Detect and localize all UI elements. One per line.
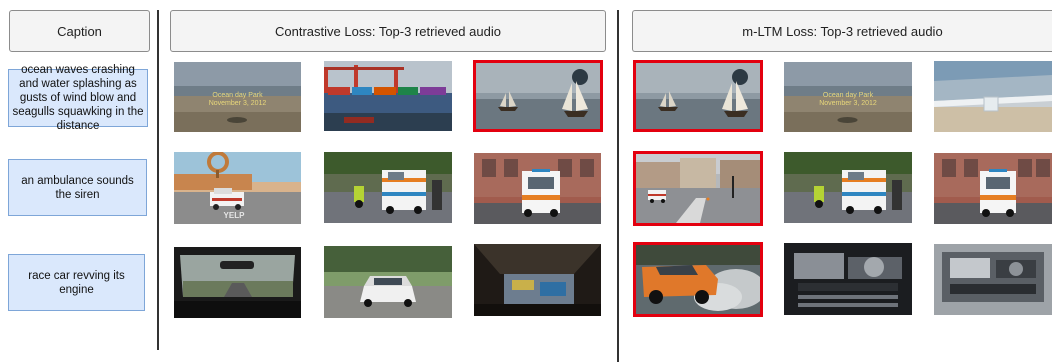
caption-ocean-text: ocean waves crashing and water splashing… <box>12 64 144 132</box>
mltm-row1-result3 <box>934 61 1052 132</box>
car-interior-scene-image <box>174 247 301 318</box>
caption-race-car-text: race car revving its engine <box>28 269 125 296</box>
contrastive-row2-result1: YELP <box>174 152 301 224</box>
divider-left <box>157 10 159 350</box>
contrastive-header: Contrastive Loss: Top-3 retrieved audio <box>170 10 606 52</box>
beach-overlay-title-2: Ocean day Park <box>822 92 874 99</box>
ambulance-parked-scene-image <box>934 153 1052 224</box>
caption-ambulance: an ambulance sounds the siren <box>8 159 147 216</box>
sailing-ships-scene-image <box>476 63 600 129</box>
contrastive-row2-result2 <box>324 152 452 223</box>
contrastive-row1-result1: Ocean day Park November 3, 2012 <box>174 62 301 132</box>
mltm-row3-result2 <box>784 243 912 315</box>
mltm-header: m-LTM Loss: Top-3 retrieved audio <box>632 10 1052 52</box>
mltm-row3-result3 <box>934 244 1052 315</box>
mltm-row1-result1 <box>633 60 763 132</box>
beach-overlay-date-2: November 3, 2012 <box>819 100 877 107</box>
caption-header: Caption <box>9 10 150 52</box>
beach-shore-scene-image <box>934 61 1052 132</box>
contrastive-row2-result3 <box>474 153 601 224</box>
mltm-row2-result3 <box>934 153 1052 224</box>
mltm-row1-result2: Ocean day Park November 3, 2012 <box>784 62 912 132</box>
cargo-port-scene-image <box>324 61 452 131</box>
yelp-sign: YELP <box>223 211 245 220</box>
white-car-scene-image <box>324 246 452 318</box>
divider-right <box>617 10 619 362</box>
sailing-ships-scene-image <box>636 63 760 129</box>
caption-ocean: ocean waves crashing and water splashing… <box>8 64 148 132</box>
mltm-row3-result1 <box>633 242 763 317</box>
mltm-row2-result2 <box>784 152 912 223</box>
orange-car-burnout-scene-image <box>636 245 760 314</box>
mltm-row2-result1 <box>633 151 763 226</box>
contrastive-row3-result2 <box>324 246 452 318</box>
city-square-ambulance-scene-image <box>636 154 760 223</box>
contrastive-row3-result3 <box>474 244 601 316</box>
beach-overlay-title: Ocean day Park <box>212 92 263 99</box>
ambulance-street-scene-image <box>324 152 452 223</box>
ambulance-street-scene-image <box>784 152 912 223</box>
caption-header-label: Caption <box>57 23 102 39</box>
contrastive-row1-result3 <box>473 60 603 132</box>
ambulance-parked-scene-image <box>474 153 601 224</box>
engine-closeup-scene-image <box>784 243 912 315</box>
mltm-header-label: m-LTM Loss: Top-3 retrieved audio <box>742 23 943 39</box>
contrastive-row3-result1 <box>174 247 301 318</box>
caption-race-car: race car revving its engine <box>8 254 145 311</box>
contrastive-header-label: Contrastive Loss: Top-3 retrieved audio <box>275 23 501 39</box>
car-engine-bay-scene-image <box>474 244 601 316</box>
contrastive-row1-result2 <box>324 61 452 131</box>
beach-overlay-date: November 3, 2012 <box>208 100 267 107</box>
engine-bay-scene-image <box>934 244 1052 315</box>
caption-ambulance-text: an ambulance sounds the siren <box>21 174 134 201</box>
